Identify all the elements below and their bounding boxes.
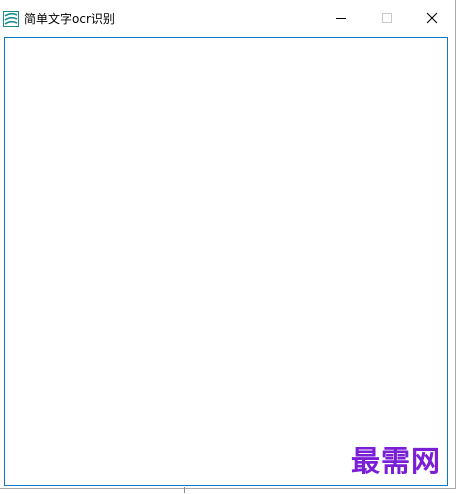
ocr-text-area[interactable]: [4, 37, 448, 486]
app-window: 简单文字ocr识别: [0, 0, 456, 489]
minimize-button[interactable]: [318, 0, 364, 36]
window-title: 简单文字ocr识别: [24, 12, 115, 26]
title-bar[interactable]: 简单文字ocr识别: [0, 0, 455, 36]
close-icon: [426, 9, 438, 28]
close-button[interactable]: [409, 0, 455, 36]
maximize-icon: [381, 9, 393, 28]
maximize-button[interactable]: [364, 0, 410, 36]
app-logo-icon: [3, 11, 19, 27]
watermark-text: 最需网: [351, 444, 442, 478]
window-edge-marker: [184, 487, 185, 493]
minimize-icon: [335, 9, 347, 28]
